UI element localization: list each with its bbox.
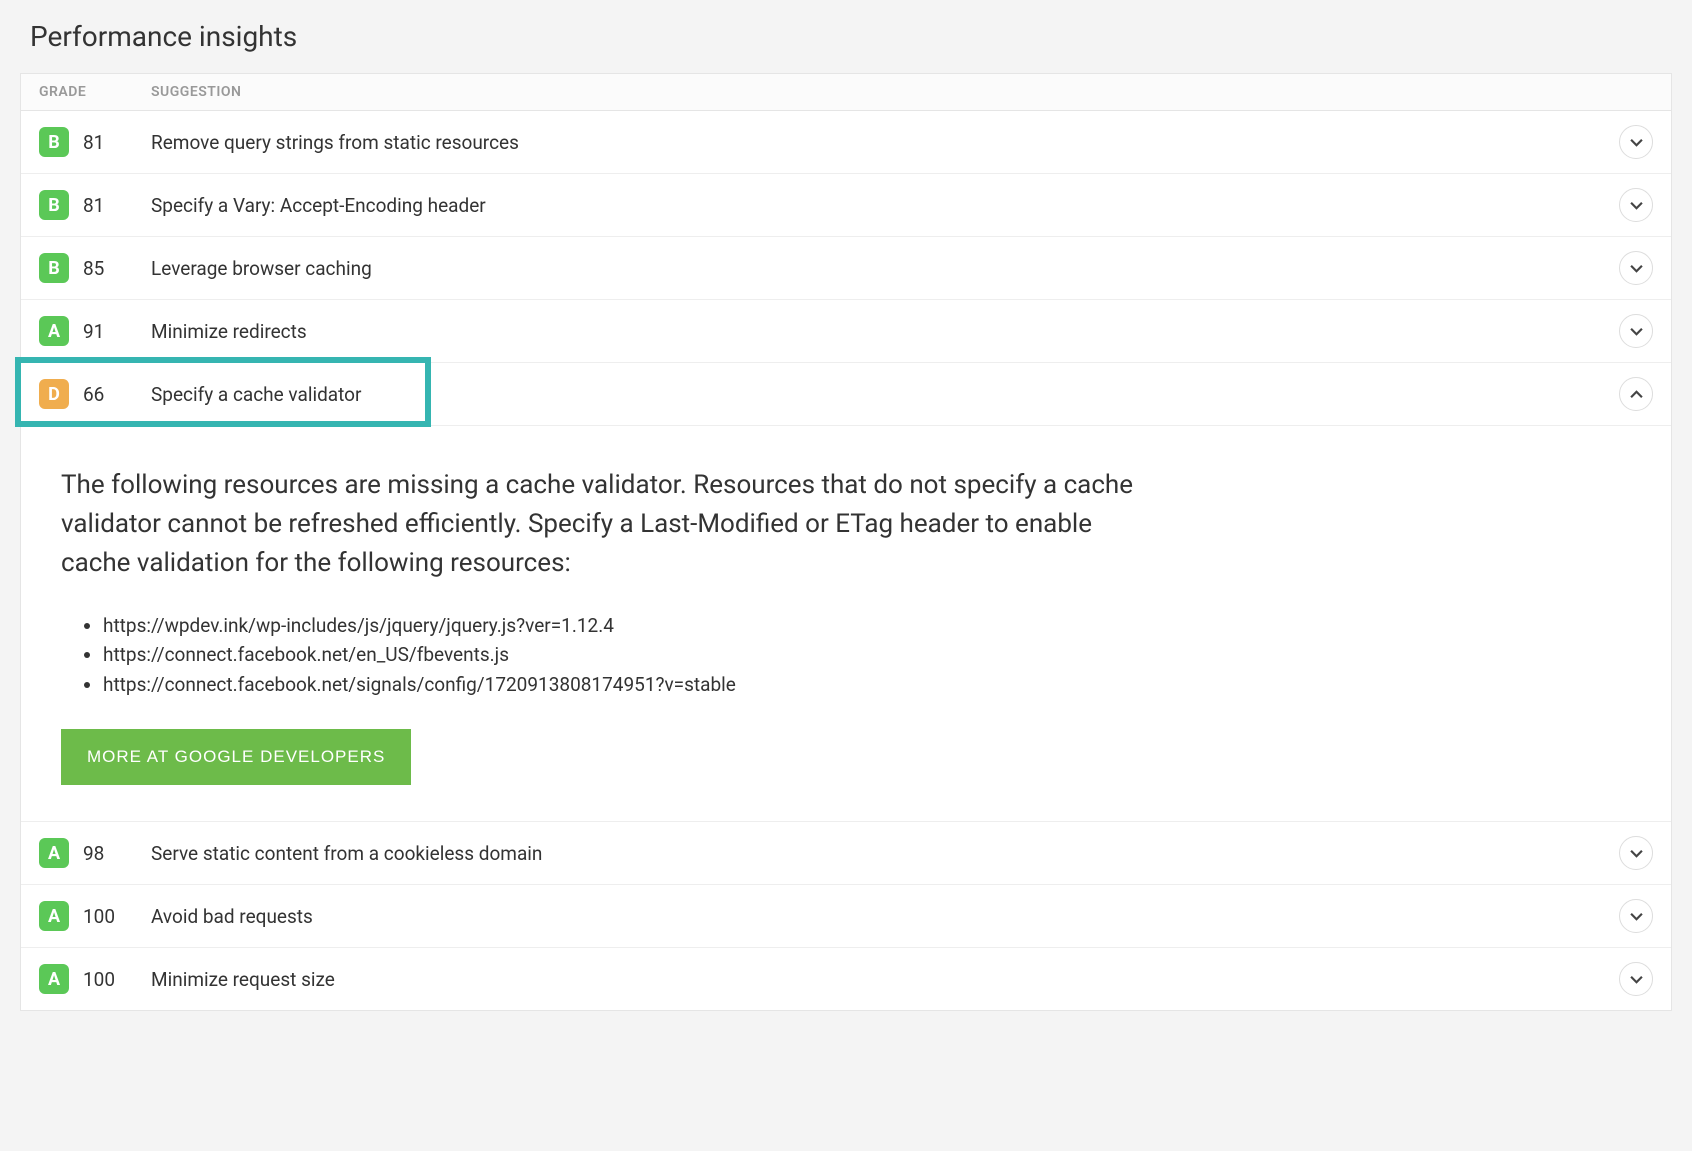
panel-title: Performance insights <box>20 20 1672 53</box>
chevron-up-icon[interactable] <box>1619 377 1653 411</box>
expanded-detail: The following resources are missing a ca… <box>21 426 1671 822</box>
chevron-down-icon[interactable] <box>1619 836 1653 870</box>
performance-insights-panel: Performance insights GRADE SUGGESTION B8… <box>20 20 1672 1011</box>
list-item: https://connect.facebook.net/signals/con… <box>103 670 1631 699</box>
table-row[interactable]: B 85 Leverage browser caching <box>21 237 1671 300</box>
grade-cell: B 85 <box>39 253 151 283</box>
score-value: 81 <box>83 131 119 154</box>
table-body: B 81 Remove query strings from static reso… <box>21 111 1671 1010</box>
grade-cell: A 100 <box>39 901 151 931</box>
score-value: 81 <box>83 194 119 217</box>
grade-badge: B <box>39 253 69 283</box>
chevron-down-icon[interactable] <box>1619 899 1653 933</box>
grade-cell: B 81 <box>39 127 151 157</box>
table-row[interactable]: A 91 Minimize redirects <box>21 300 1671 363</box>
chevron-down-icon[interactable] <box>1619 962 1653 996</box>
suggestion-text: Serve static content from a cookieless d… <box>151 842 1619 865</box>
score-value: 100 <box>83 905 119 928</box>
grade-badge: A <box>39 838 69 868</box>
suggestion-text: Leverage browser caching <box>151 257 1619 280</box>
score-value: 85 <box>83 257 119 280</box>
grade-badge: B <box>39 127 69 157</box>
grade-cell: A 91 <box>39 316 151 346</box>
suggestion-text: Minimize request size <box>151 968 1619 991</box>
list-item: https://wpdev.ink/wp-includes/js/jquery/… <box>103 611 1631 640</box>
suggestion-text: Specify a cache validator <box>151 383 1619 406</box>
resource-list: https://wpdev.ink/wp-includes/js/jquery/… <box>61 611 1631 699</box>
chevron-down-icon[interactable] <box>1619 314 1653 348</box>
grade-badge: A <box>39 316 69 346</box>
chevron-down-icon[interactable] <box>1619 188 1653 222</box>
grade-cell: A 100 <box>39 964 151 994</box>
more-developers-button[interactable]: MORE AT GOOGLE DEVELOPERS <box>61 729 411 785</box>
grade-badge: A <box>39 901 69 931</box>
grade-cell: D 66 <box>39 379 151 409</box>
table-row[interactable]: D 66 Specify a cache validator <box>21 363 1671 426</box>
grade-badge: B <box>39 190 69 220</box>
score-value: 66 <box>83 383 119 406</box>
col-header-suggestion: SUGGESTION <box>151 84 241 100</box>
chevron-down-icon[interactable] <box>1619 251 1653 285</box>
grade-cell: B 81 <box>39 190 151 220</box>
expanded-description: The following resources are missing a ca… <box>61 466 1161 583</box>
list-item: https://connect.facebook.net/en_US/fbeve… <box>103 640 1631 669</box>
table-row[interactable]: A 100 Minimize request size <box>21 948 1671 1010</box>
insights-table: GRADE SUGGESTION B 81 Remove query strings… <box>20 73 1672 1011</box>
suggestion-text: Specify a Vary: Accept-Encoding header <box>151 194 1619 217</box>
table-row[interactable]: B 81 Remove query strings from static reso… <box>21 111 1671 174</box>
table-header: GRADE SUGGESTION <box>21 74 1671 111</box>
score-value: 91 <box>83 320 119 343</box>
chevron-down-icon[interactable] <box>1619 125 1653 159</box>
grade-badge: D <box>39 379 69 409</box>
grade-cell: A 98 <box>39 838 151 868</box>
score-value: 100 <box>83 968 119 991</box>
table-row[interactable]: A 100 Avoid bad requests <box>21 885 1671 948</box>
col-header-grade: GRADE <box>39 84 151 100</box>
score-value: 98 <box>83 842 119 865</box>
table-row[interactable]: B 81 Specify a Vary: Accept-Encoding heade… <box>21 174 1671 237</box>
suggestion-text: Remove query strings from static resourc… <box>151 131 1619 154</box>
table-row[interactable]: A 98 Serve static content from a cookieles… <box>21 822 1671 885</box>
suggestion-text: Avoid bad requests <box>151 905 1619 928</box>
grade-badge: A <box>39 964 69 994</box>
suggestion-text: Minimize redirects <box>151 320 1619 343</box>
